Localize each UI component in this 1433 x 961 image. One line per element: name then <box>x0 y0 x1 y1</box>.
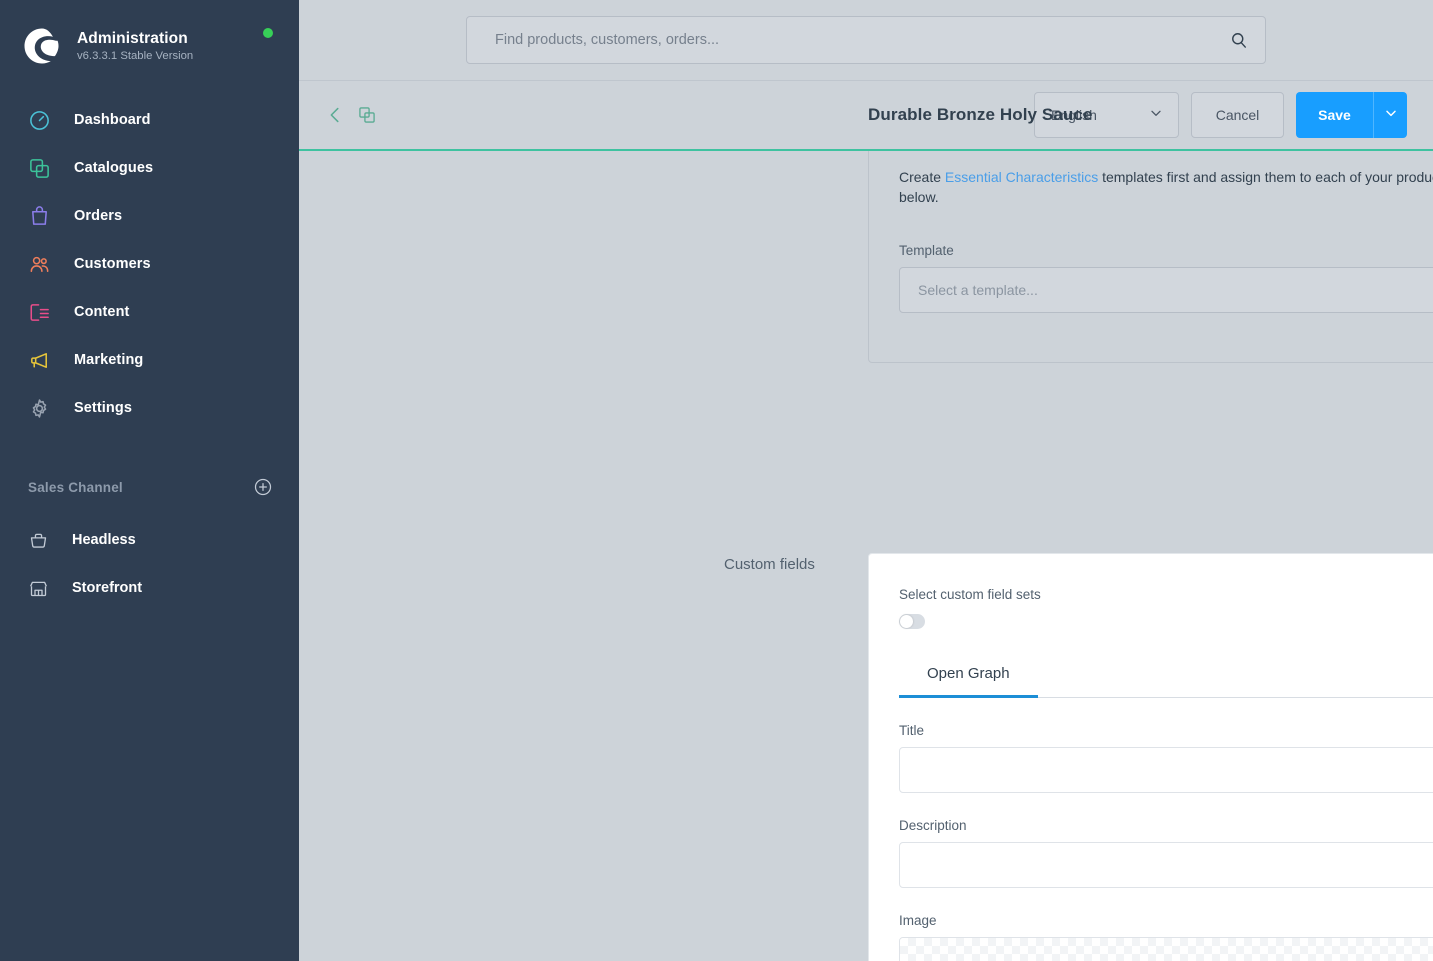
sidebar: Administration v6.3.3.1 Stable Version D… <box>0 0 299 961</box>
template-select-placeholder: Select a template... <box>918 282 1038 298</box>
custom-fields-card: Select custom field sets Open Graph Titl… <box>868 553 1433 961</box>
sidebar-item-catalogues[interactable]: Catalogues <box>0 144 299 192</box>
layers-icon <box>26 155 52 181</box>
custom-fields-tabs: Open Graph <box>899 665 1433 698</box>
sidebar-item-orders[interactable]: Orders <box>0 192 299 240</box>
cancel-button[interactable]: Cancel <box>1191 92 1284 138</box>
save-button-group: Save <box>1296 92 1407 138</box>
description-prefix: Create <box>899 169 945 185</box>
sidebar-item-customers[interactable]: Customers <box>0 240 299 288</box>
save-button[interactable]: Save <box>1296 92 1373 138</box>
toggle-knob <box>900 615 913 628</box>
sales-channel-list: Headless Storefront <box>0 516 299 612</box>
template-field-label: Template <box>899 243 954 258</box>
bag-icon <box>26 203 52 229</box>
essential-characteristics-link[interactable]: Essential Characteristics <box>945 169 1098 185</box>
content-icon <box>26 299 52 325</box>
duplicate-icon[interactable] <box>353 101 381 129</box>
sidebar-item-label: Customers <box>74 256 151 272</box>
tab-open-graph[interactable]: Open Graph <box>899 665 1038 698</box>
sidebar-item-label: Orders <box>74 208 123 224</box>
main-area: Durable Bronze Holy Sauce English Cancel <box>299 0 1433 961</box>
page-toolbar: Durable Bronze Holy Sauce English Cancel <box>299 81 1433 151</box>
select-custom-field-sets-label: Select custom field sets <box>899 587 1041 602</box>
plus-circle-icon[interactable] <box>253 477 273 497</box>
title-field-label: Title <box>899 723 925 738</box>
sales-channel-title: Sales Channel <box>28 479 123 495</box>
gear-icon <box>26 395 52 421</box>
chevron-down-icon <box>1148 105 1164 126</box>
status-indicator-dot <box>263 28 273 38</box>
sidebar-item-label: Dashboard <box>74 112 151 128</box>
brand-text: Administration v6.3.3.1 Stable Version <box>77 29 193 64</box>
custom-field-sets-toggle[interactable] <box>899 614 925 629</box>
store-icon <box>26 576 50 600</box>
search-bar-row <box>299 0 1433 81</box>
field-title-group: Title <box>899 723 1433 793</box>
sidebar-item-settings[interactable]: Settings <box>0 384 299 432</box>
search-icon[interactable] <box>1229 30 1249 50</box>
tab-label: Open Graph <box>927 665 1010 682</box>
sidebar-item-label: Settings <box>74 400 132 416</box>
sidebar-item-label: Marketing <box>74 352 144 368</box>
chevron-left-icon[interactable] <box>321 101 349 129</box>
template-select[interactable]: Select a template... <box>899 267 1433 313</box>
sidebar-item-content[interactable]: Content <box>0 288 299 336</box>
sidebar-item-label: Headless <box>72 532 136 548</box>
field-image-group: Image <box>899 913 1433 961</box>
image-preview-area[interactable] <box>900 938 1433 961</box>
description-field-label: Description <box>899 818 967 833</box>
title-input[interactable] <box>899 747 1433 793</box>
save-button-label: Save <box>1318 107 1351 123</box>
image-field-label: Image <box>899 913 937 928</box>
essential-characteristics-card: Create Essential Characteristics templat… <box>868 151 1433 363</box>
gauge-icon <box>26 107 52 133</box>
sidebar-item-marketing[interactable]: Marketing <box>0 336 299 384</box>
content-scroll-area[interactable]: Create Essential Characteristics templat… <box>299 151 1433 961</box>
global-search[interactable] <box>466 16 1266 64</box>
brand-version: v6.3.3.1 Stable Version <box>77 49 194 62</box>
sales-channel-header: Sales Channel <box>0 472 299 502</box>
shopware-logo-icon <box>22 26 62 66</box>
main-navigation: Dashboard Catalogues Orders Customers Co… <box>0 96 299 432</box>
megaphone-icon <box>26 347 52 373</box>
basket-icon <box>26 528 50 552</box>
image-upload-row <box>899 937 1433 961</box>
sidebar-item-label: Storefront <box>72 580 143 596</box>
cancel-button-label: Cancel <box>1215 107 1260 123</box>
app-root: Administration v6.3.3.1 Stable Version D… <box>0 0 1433 961</box>
page-title: Durable Bronze Holy Sauce <box>868 105 1093 124</box>
custom-fields-section-label: Custom fields <box>724 556 815 573</box>
description-input[interactable] <box>899 842 1433 888</box>
essential-characteristics-description: Create Essential Characteristics templat… <box>899 167 1433 207</box>
users-icon <box>26 251 52 277</box>
search-input[interactable] <box>493 31 1229 49</box>
brand-header: Administration v6.3.3.1 Stable Version <box>0 0 299 74</box>
brand-title: Administration <box>77 29 188 47</box>
sidebar-item-dashboard[interactable]: Dashboard <box>0 96 299 144</box>
sidebar-item-headless[interactable]: Headless <box>0 516 299 564</box>
sidebar-item-label: Catalogues <box>74 160 154 176</box>
save-options-button[interactable] <box>1373 92 1407 138</box>
sidebar-item-label: Content <box>74 304 130 320</box>
sidebar-item-storefront[interactable]: Storefront <box>0 564 299 612</box>
field-description-group: Description <box>899 818 1433 888</box>
chevron-down-icon <box>1383 105 1399 126</box>
